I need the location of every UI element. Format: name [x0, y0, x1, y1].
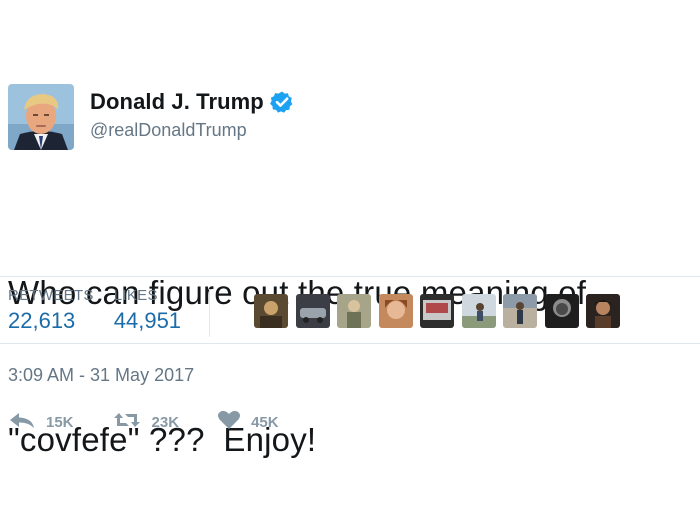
liker-avatar[interactable]: [461, 294, 496, 328]
likes-value: 44,951: [113, 308, 182, 333]
likes-label: LIKES: [113, 287, 158, 304]
liker-avatar[interactable]: [378, 294, 413, 328]
retweet-button[interactable]: 23K: [112, 411, 180, 433]
reply-button[interactable]: 15K: [8, 411, 74, 433]
liker-avatar[interactable]: [503, 294, 537, 328]
like-count: 45K: [251, 413, 279, 431]
engagement-stats: RETWEETS 22,613 LIKES 44,951: [8, 287, 226, 337]
liker-avatar[interactable]: [544, 294, 579, 328]
liker-avatar[interactable]: [420, 294, 454, 328]
liker-avatar[interactable]: [586, 294, 620, 328]
tweet-header: Donald J. Trump @realDonaldTrump: [8, 84, 294, 150]
divider-bottom: [0, 343, 700, 344]
retweet-count: 23K: [151, 413, 180, 431]
stats-separator: [209, 289, 211, 337]
liker-avatar[interactable]: [254, 294, 288, 328]
like-button[interactable]: 45K: [217, 410, 279, 434]
retweet-icon: [112, 411, 152, 433]
verified-badge-icon: [269, 90, 294, 114]
heart-icon: [217, 410, 251, 434]
avatar[interactable]: [8, 84, 74, 150]
user-handle[interactable]: @realDonaldTrump: [90, 120, 294, 141]
tweet-actions: 15K 23K 45K: [8, 410, 317, 434]
name-row: Donald J. Trump: [90, 86, 294, 118]
reply-count: 15K: [46, 413, 74, 431]
retweets-value: 22,613: [8, 308, 76, 333]
reply-icon: [8, 411, 46, 433]
liker-avatars: [254, 294, 628, 328]
divider-top: [0, 276, 700, 277]
display-name[interactable]: Donald J. Trump: [90, 89, 264, 115]
user-names: Donald J. Trump @realDonaldTrump: [90, 86, 294, 141]
likes-stat[interactable]: LIKES 44,951: [114, 287, 181, 334]
tweet-timestamp[interactable]: 3:09 AM - 31 May 2017: [8, 365, 194, 386]
liker-avatar[interactable]: [295, 294, 330, 328]
tweet-text: Who can figure out the true meaning of "…: [8, 170, 698, 513]
retweets-stat[interactable]: RETWEETS 22,613: [8, 287, 94, 334]
retweets-label: RETWEETS: [8, 287, 94, 304]
liker-avatar[interactable]: [337, 294, 371, 328]
